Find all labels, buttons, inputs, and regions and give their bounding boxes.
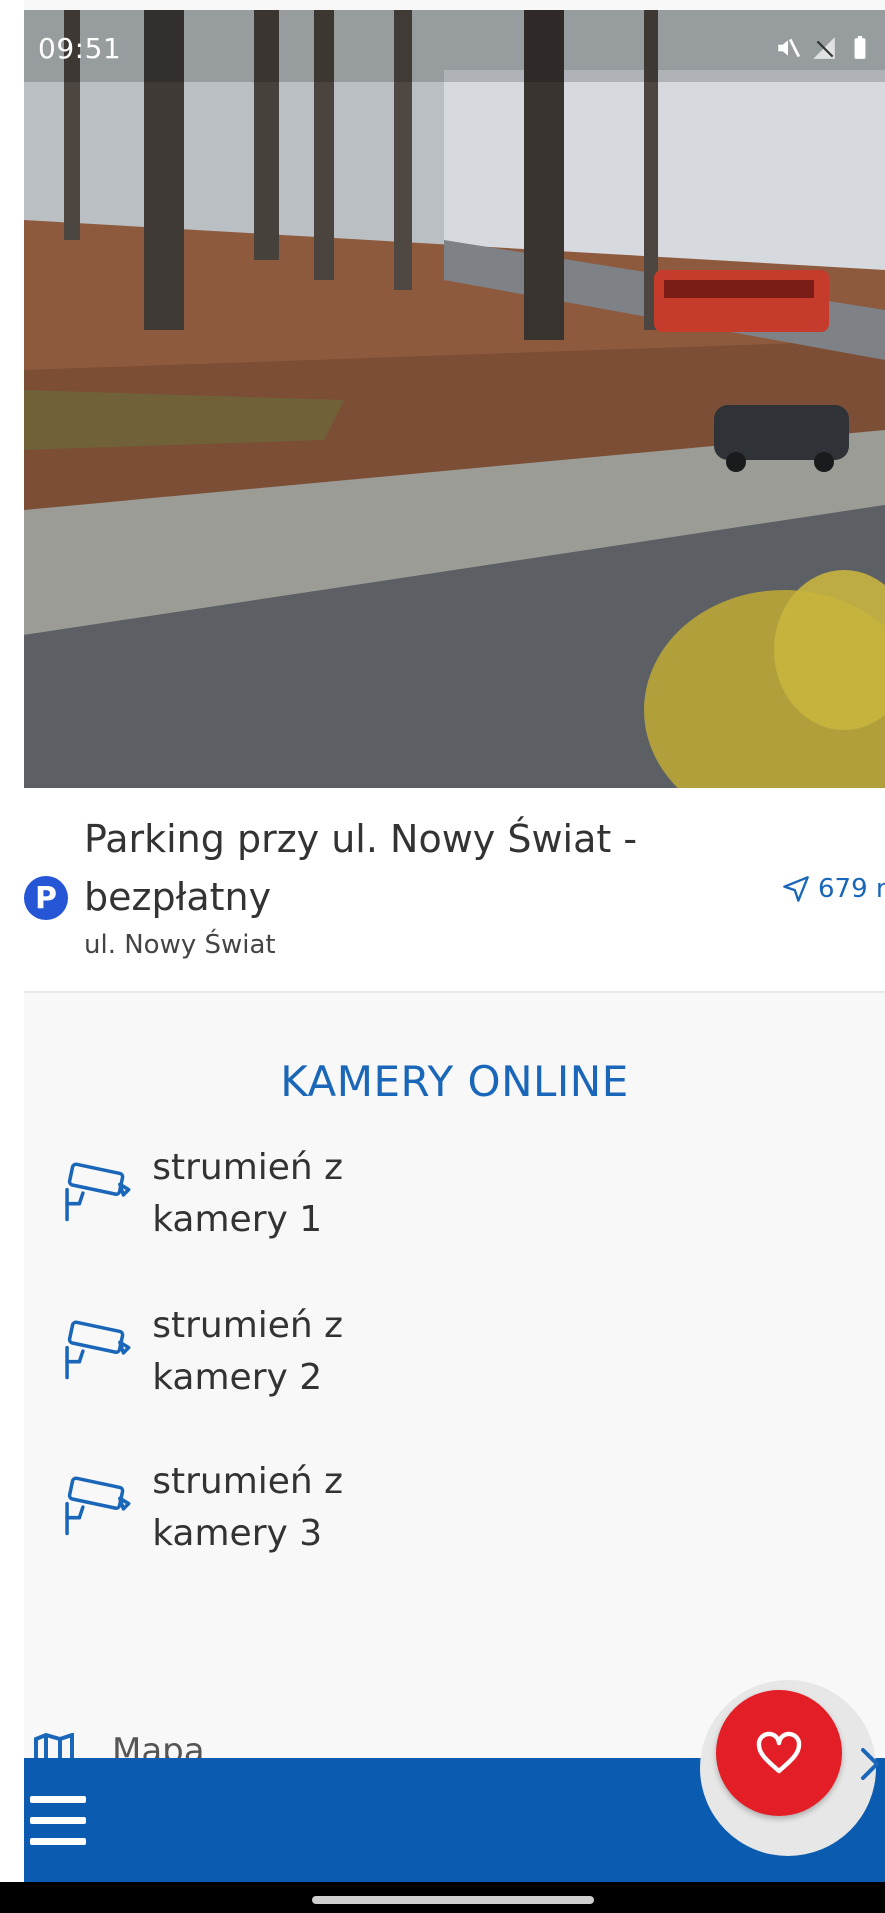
- screen: 09:51 P Parking przy ul. Nowy Świat - be…: [0, 0, 885, 1913]
- system-navigation-bar: [0, 1882, 885, 1913]
- distance-label: 679 m: [818, 874, 885, 904]
- favorite-button[interactable]: [716, 1690, 842, 1816]
- navigation-arrow-icon: [783, 876, 809, 902]
- cameras-section: KAMERY ONLINE strumień z kamery 1 strumi…: [24, 995, 885, 1755]
- camera-stream-label: strumień z kamery 2: [152, 1305, 344, 1398]
- camera-stream-link-2[interactable]: strumień z kamery 2: [60, 1297, 480, 1407]
- status-bar: 09:51: [24, 10, 885, 82]
- place-info-card[interactable]: P Parking przy ul. Nowy Świat - bezpłatn…: [24, 788, 885, 993]
- camera-stream-label: strumień z kamery 3: [152, 1461, 344, 1554]
- home-indicator[interactable]: [312, 1896, 594, 1904]
- hamburger-menu-icon: [30, 1838, 86, 1845]
- left-margin: [0, 0, 24, 1913]
- status-time: 09:51: [38, 32, 122, 65]
- status-icons: [775, 34, 873, 62]
- battery-icon: [854, 36, 866, 59]
- cctv-camera-icon: [65, 1476, 131, 1536]
- camera-stream-label: strumień z kamery 1: [152, 1147, 344, 1240]
- hamburger-menu-icon: [30, 1796, 86, 1803]
- camera-stream-link-3[interactable]: strumień z kamery 3: [60, 1453, 480, 1563]
- hamburger-menu-icon: [30, 1817, 86, 1824]
- camera-stream-link-1[interactable]: strumień z kamery 1: [60, 1139, 480, 1249]
- chevron-right-icon[interactable]: [855, 1744, 885, 1784]
- menu-button[interactable]: [30, 1796, 86, 1846]
- parking-icon: P: [24, 876, 68, 920]
- cctv-camera-icon: [65, 1162, 131, 1222]
- cctv-camera-icon: [65, 1320, 131, 1380]
- place-name: Parking przy ul. Nowy Świat - bezpłatny: [84, 817, 638, 919]
- mute-icon: [778, 38, 801, 58]
- place-address: ul. Nowy Świat: [84, 930, 276, 960]
- cameras-title: KAMERY ONLINE: [280, 1057, 629, 1106]
- camera-snapshot-image[interactable]: [24, 10, 885, 788]
- signal-icon: [813, 37, 835, 59]
- distance-indicator[interactable]: 679 m: [782, 874, 885, 904]
- heart-icon: [756, 1731, 802, 1774]
